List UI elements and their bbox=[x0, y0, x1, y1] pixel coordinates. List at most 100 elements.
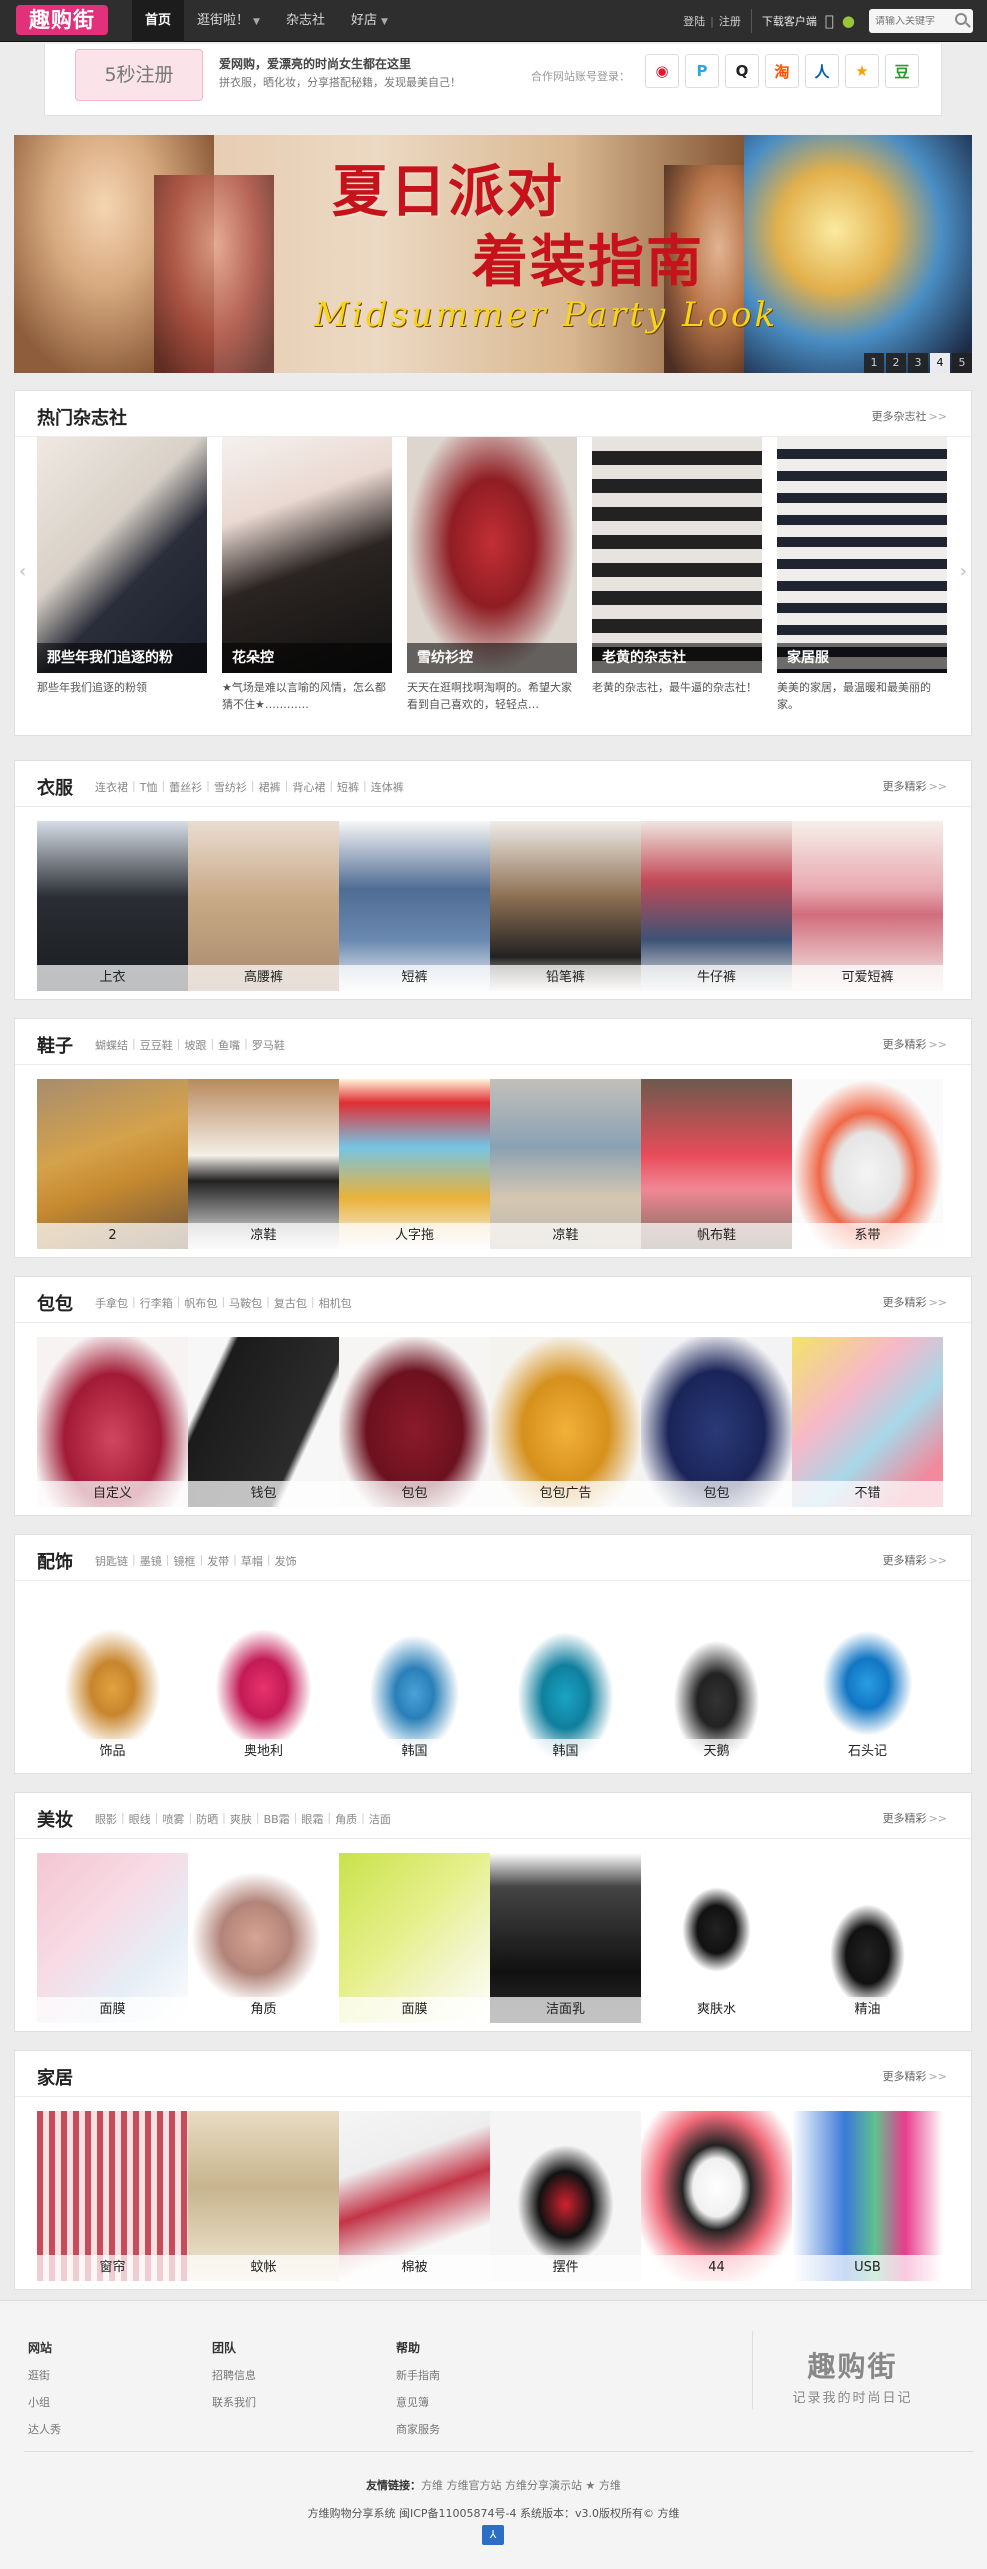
more-link[interactable]: 更多精彩 >> bbox=[883, 778, 947, 794]
site-logo[interactable]: 趣购街 bbox=[16, 5, 108, 35]
product-tile[interactable]: 44 bbox=[641, 2111, 792, 2281]
search-input[interactable] bbox=[875, 15, 949, 27]
product-tile[interactable]: 牛仔裤 bbox=[641, 821, 792, 991]
product-tile[interactable]: 凉鞋 bbox=[188, 1079, 339, 1249]
taobao-icon[interactable]: 淘 bbox=[765, 54, 799, 88]
tag-link[interactable]: 防晒 bbox=[196, 1811, 218, 1827]
more-link[interactable]: 更多精彩 >> bbox=[883, 1552, 947, 1568]
tag-link[interactable]: 鱼嘴 bbox=[218, 1037, 240, 1053]
tag-link[interactable]: 罗马鞋 bbox=[252, 1037, 285, 1053]
nav-item-3[interactable]: 好店 ▼ bbox=[338, 0, 401, 42]
weibo-icon[interactable]: ◉ bbox=[645, 54, 679, 88]
product-tile[interactable]: 可爱短裤 bbox=[792, 821, 943, 991]
tag-link[interactable]: 相机包 bbox=[319, 1295, 352, 1311]
tag-link[interactable]: 眼线 bbox=[129, 1811, 151, 1827]
quick-register-button[interactable]: 5秒注册 bbox=[75, 49, 203, 101]
product-tile[interactable]: 帆布鞋 bbox=[641, 1079, 792, 1249]
product-tile[interactable]: 短裤 bbox=[339, 821, 490, 991]
nav-item-2[interactable]: 杂志社 bbox=[273, 0, 338, 42]
nav-item-0[interactable]: 首页 bbox=[132, 0, 185, 42]
product-tile[interactable]: 面膜 bbox=[37, 1853, 188, 2023]
apple-icon[interactable]:  bbox=[825, 12, 834, 30]
product-tile[interactable]: 面膜 bbox=[339, 1853, 490, 2023]
banner-dot-3[interactable]: 3 bbox=[908, 353, 928, 373]
product-tile[interactable]: 洁面乳 bbox=[490, 1853, 641, 2023]
tag-link[interactable]: 眼霜 bbox=[301, 1811, 323, 1827]
download-client[interactable]: 下载客户端  ● bbox=[750, 9, 855, 33]
banner-dot-1[interactable]: 1 bbox=[864, 353, 884, 373]
carousel-prev-icon[interactable]: ‹ bbox=[19, 561, 26, 582]
magazine-cover-image[interactable]: 老黄的杂志社 bbox=[592, 437, 762, 673]
more-link[interactable]: 更多精彩 >> bbox=[883, 2068, 947, 2084]
tag-link[interactable]: 爽肤 bbox=[230, 1811, 252, 1827]
tag-link[interactable]: 蕾丝衫 bbox=[169, 779, 202, 795]
tag-link[interactable]: BB霜 bbox=[264, 1811, 290, 1827]
tag-link[interactable]: 帆布包 bbox=[184, 1295, 217, 1311]
magazine-card[interactable]: 雪纺衫控 天天在逛啊找啊淘啊的。希望大家看到自己喜欢的，轻轻点… bbox=[407, 437, 577, 713]
product-tile[interactable]: 凉鞋 bbox=[490, 1079, 641, 1249]
renren-icon[interactable]: 人 bbox=[805, 54, 839, 88]
tag-link[interactable]: 镜框 bbox=[173, 1553, 195, 1569]
tag-link[interactable]: 墨镜 bbox=[140, 1553, 162, 1569]
register-link[interactable]: 注册 bbox=[719, 13, 741, 29]
tag-link[interactable]: 行李箱 bbox=[140, 1295, 173, 1311]
more-magazines-link[interactable]: 更多杂志社 >> bbox=[872, 408, 947, 424]
product-tile[interactable]: 奥地利 bbox=[188, 1595, 339, 1765]
product-tile[interactable]: 自定义 bbox=[37, 1337, 188, 1507]
search-icon[interactable] bbox=[955, 13, 967, 25]
product-tile[interactable]: 包包 bbox=[641, 1337, 792, 1507]
product-tile[interactable]: 窗帘 bbox=[37, 2111, 188, 2281]
product-tile[interactable]: 高腰裤 bbox=[188, 821, 339, 991]
tag-link[interactable]: 短裤 bbox=[337, 779, 359, 795]
tag-link[interactable]: 草帽 bbox=[241, 1553, 263, 1569]
more-link[interactable]: 更多精彩 >> bbox=[883, 1810, 947, 1826]
tag-link[interactable]: 裙裤 bbox=[259, 779, 281, 795]
tag-link[interactable]: 发饰 bbox=[275, 1553, 297, 1569]
product-tile[interactable]: 摆件 bbox=[490, 2111, 641, 2281]
product-tile[interactable]: 包包广告 bbox=[490, 1337, 641, 1507]
footer-link[interactable]: 新手指南 bbox=[396, 2362, 440, 2389]
product-tile[interactable]: USB bbox=[792, 2111, 943, 2281]
tag-link[interactable]: 背心裙 bbox=[292, 779, 325, 795]
product-tile[interactable]: 钱包 bbox=[188, 1337, 339, 1507]
banner-dot-5[interactable]: 5 bbox=[952, 353, 972, 373]
footer-link[interactable]: 达人秀 bbox=[28, 2416, 61, 2443]
douban-icon[interactable]: 豆 bbox=[885, 54, 919, 88]
tag-link[interactable]: 坡跟 bbox=[184, 1037, 206, 1053]
pengyou-icon[interactable]: P bbox=[685, 54, 719, 88]
product-tile[interactable]: 上衣 bbox=[37, 821, 188, 991]
tag-link[interactable]: 马鞍包 bbox=[229, 1295, 262, 1311]
product-tile[interactable]: 包包 bbox=[339, 1337, 490, 1507]
product-tile[interactable]: 爽肤水 bbox=[641, 1853, 792, 2023]
friend-links-list[interactable]: 方维 方维官方站 方维分享演示站 ★ 方维 bbox=[421, 2479, 621, 2492]
tag-link[interactable]: 喷雾 bbox=[162, 1811, 184, 1827]
tag-link[interactable]: 连体裤 bbox=[371, 779, 404, 795]
banner-dot-2[interactable]: 2 bbox=[886, 353, 906, 373]
footer-link[interactable]: 意见簿 bbox=[396, 2389, 440, 2416]
nav-item-1[interactable]: 逛街啦！ ▼ bbox=[184, 0, 273, 42]
product-tile[interactable]: 蚊帐 bbox=[188, 2111, 339, 2281]
tag-link[interactable]: 洁面 bbox=[369, 1811, 391, 1827]
footer-link[interactable]: 联系我们 bbox=[212, 2389, 256, 2416]
footer-link[interactable]: 招聘信息 bbox=[212, 2362, 256, 2389]
product-tile[interactable]: 系带 bbox=[792, 1079, 943, 1249]
magazine-cover-image[interactable]: 花朵控 bbox=[222, 437, 392, 673]
product-tile[interactable]: 韩国 bbox=[339, 1595, 490, 1765]
product-tile[interactable]: 韩国 bbox=[490, 1595, 641, 1765]
android-icon[interactable]: ● bbox=[842, 12, 855, 30]
tag-link[interactable]: 复古包 bbox=[274, 1295, 307, 1311]
magazine-card[interactable]: 那些年我们追逐的粉 那些年我们追逐的粉领 bbox=[37, 437, 207, 713]
magazine-cover-image[interactable]: 雪纺衫控 bbox=[407, 437, 577, 673]
banner-dot-4[interactable]: 4 bbox=[930, 353, 950, 373]
product-tile[interactable]: 天鹅 bbox=[641, 1595, 792, 1765]
tag-link[interactable]: 雪纺衫 bbox=[214, 779, 247, 795]
hero-banner[interactable]: 夏日派对 着装指南 Midsummer Party Look 12345 bbox=[14, 135, 972, 373]
product-tile[interactable]: 饰品 bbox=[37, 1595, 188, 1765]
tag-link[interactable]: 眼影 bbox=[95, 1811, 117, 1827]
tag-link[interactable]: 连衣裙 bbox=[95, 779, 128, 795]
kaixin-icon[interactable]: ★ bbox=[845, 54, 879, 88]
site-badge-icon[interactable]: ⅄ bbox=[482, 2525, 504, 2545]
magazine-cover-image[interactable]: 那些年我们追逐的粉 bbox=[37, 437, 207, 673]
magazine-card[interactable]: 家居服 美美的家居，最温暖和最美丽的家。 bbox=[777, 437, 947, 713]
product-tile[interactable]: 人字拖 bbox=[339, 1079, 490, 1249]
